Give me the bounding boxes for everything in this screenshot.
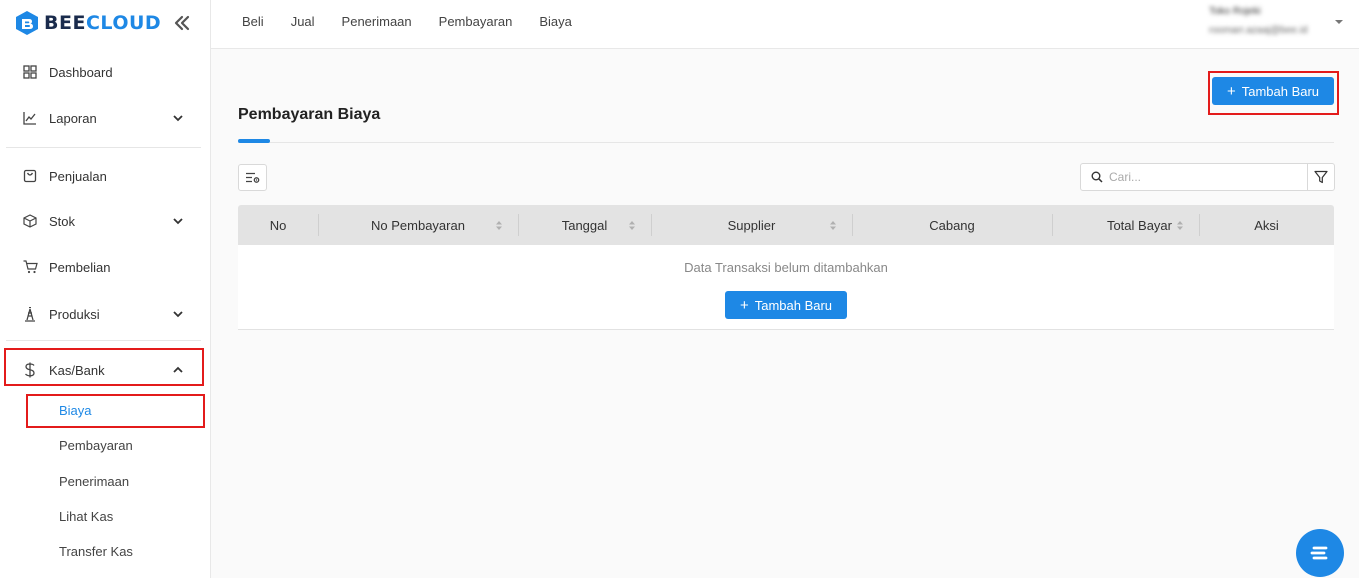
sidebar-item-stok[interactable]: Stok [0,209,211,233]
empty-state-message: Data Transaksi belum ditambahkan [684,260,888,275]
sidebar-item-label: Laporan [49,110,97,126]
empty-add-new-button-label: Tambah Baru [754,297,833,313]
chevron-down-icon [173,311,183,318]
empty-add-new-button[interactable]: + Tambah Baru [725,291,847,319]
sidebar-divider [6,340,201,341]
title-divider [238,142,1334,143]
cart-icon [22,259,38,275]
topbar: Beli Jual Penerimaan Pembayaran Biaya To… [211,0,1359,49]
topnav-pembayaran[interactable]: Pembayaran [439,14,513,29]
plus-icon: + [1226,82,1236,100]
sidebar-item-label: Dashboard [49,64,113,80]
dollar-icon [22,362,38,378]
chat-support-button[interactable] [1296,529,1344,577]
search-icon [1091,171,1103,183]
top-navigation: Beli Jual Penerimaan Pembayaran Biaya [242,14,572,29]
sidebar-item-penjualan[interactable]: Penjualan [0,164,211,188]
sidebar-subitem-penerimaan[interactable]: Penerimaan [59,470,129,492]
sort-icon [830,221,836,230]
sort-icon [1177,221,1183,230]
sidebar-item-label: Pembelian [49,259,111,275]
sidebar-item-kas-bank[interactable]: Kas/Bank [0,358,211,382]
filter-icon [1314,170,1328,184]
column-header-tanggal[interactable]: Tanggal [518,205,651,245]
add-new-button-label: Tambah Baru [1241,83,1320,99]
user-email: roomarr.azaaj@bee.id [1209,25,1308,36]
column-settings-icon [246,172,260,183]
sidebar-subitem-pembayaran[interactable]: Pembayaran [59,434,133,456]
topnav-jual[interactable]: Jual [291,14,315,29]
sidebar-subitem-biaya[interactable]: Biaya [59,399,92,421]
table-header: No No Pembayaran Tanggal Supplier Cabang… [238,205,1334,245]
collapse-sidebar-icon[interactable] [172,13,192,33]
sidebar-item-produksi[interactable]: Produksi [0,302,211,326]
brand-name: BEECLOUD [44,12,162,34]
sidebar: BEECLOUD Dashboard Laporan Penjualan Sto… [0,0,211,578]
sidebar-subitem-transfer-kas[interactable]: Transfer Kas [59,540,133,562]
sidebar-item-pembelian[interactable]: Pembelian [0,255,211,279]
topnav-beli[interactable]: Beli [242,14,264,29]
search-input[interactable] [1109,170,1299,184]
column-header-total-bayar[interactable]: Total Bayar [1052,205,1199,245]
box-icon [22,213,38,229]
chevron-down-icon [173,218,183,225]
sidebar-item-label: Stok [49,213,76,229]
topnav-penerimaan[interactable]: Penerimaan [342,14,412,29]
column-header-cabang: Cabang [929,217,975,233]
active-tab-indicator [238,139,270,143]
highlight-box [26,394,205,428]
sidebar-item-laporan[interactable]: Laporan [0,106,211,130]
column-header-no: No [269,217,287,233]
search-box [1080,163,1308,191]
filter-button[interactable] [1307,163,1335,191]
bee-logo-icon [16,11,38,35]
production-icon [22,306,38,322]
topnav-biaya[interactable]: Biaya [539,14,572,29]
plus-icon: + [739,296,749,314]
user-menu[interactable]: Toko Rojeki roomarr.azaaj@bee.id [1209,6,1329,36]
column-header-supplier[interactable]: Supplier [651,205,852,245]
sort-icon [496,221,502,230]
chevron-down-icon [173,115,183,122]
sidebar-item-label: Penjualan [49,168,107,184]
sort-icon [629,221,635,230]
grid-icon [22,64,38,80]
chevron-up-icon [173,366,183,373]
sidebar-item-dashboard[interactable]: Dashboard [0,60,211,84]
brand-logo[interactable]: BEECLOUD [14,10,161,36]
table-body: Data Transaksi belum ditambahkan + Tamba… [238,245,1334,330]
sidebar-item-label: Produksi [49,306,100,322]
chat-icon [1310,546,1328,560]
add-new-button[interactable]: + Tambah Baru [1212,77,1334,105]
sidebar-item-label: Kas/Bank [49,362,105,378]
line-chart-icon [22,110,38,126]
column-header-no-pembayaran[interactable]: No Pembayaran [318,205,518,245]
user-name: Toko Rojeki [1209,6,1261,17]
caret-down-icon[interactable] [1335,20,1343,24]
sidebar-divider [6,147,201,148]
page-title: Pembayaran Biaya [238,106,381,123]
shopping-bag-icon [22,168,38,184]
column-header-aksi: Aksi [1254,217,1279,233]
sidebar-subitem-lihat-kas[interactable]: Lihat Kas [59,505,113,527]
column-settings-button[interactable] [238,164,267,191]
